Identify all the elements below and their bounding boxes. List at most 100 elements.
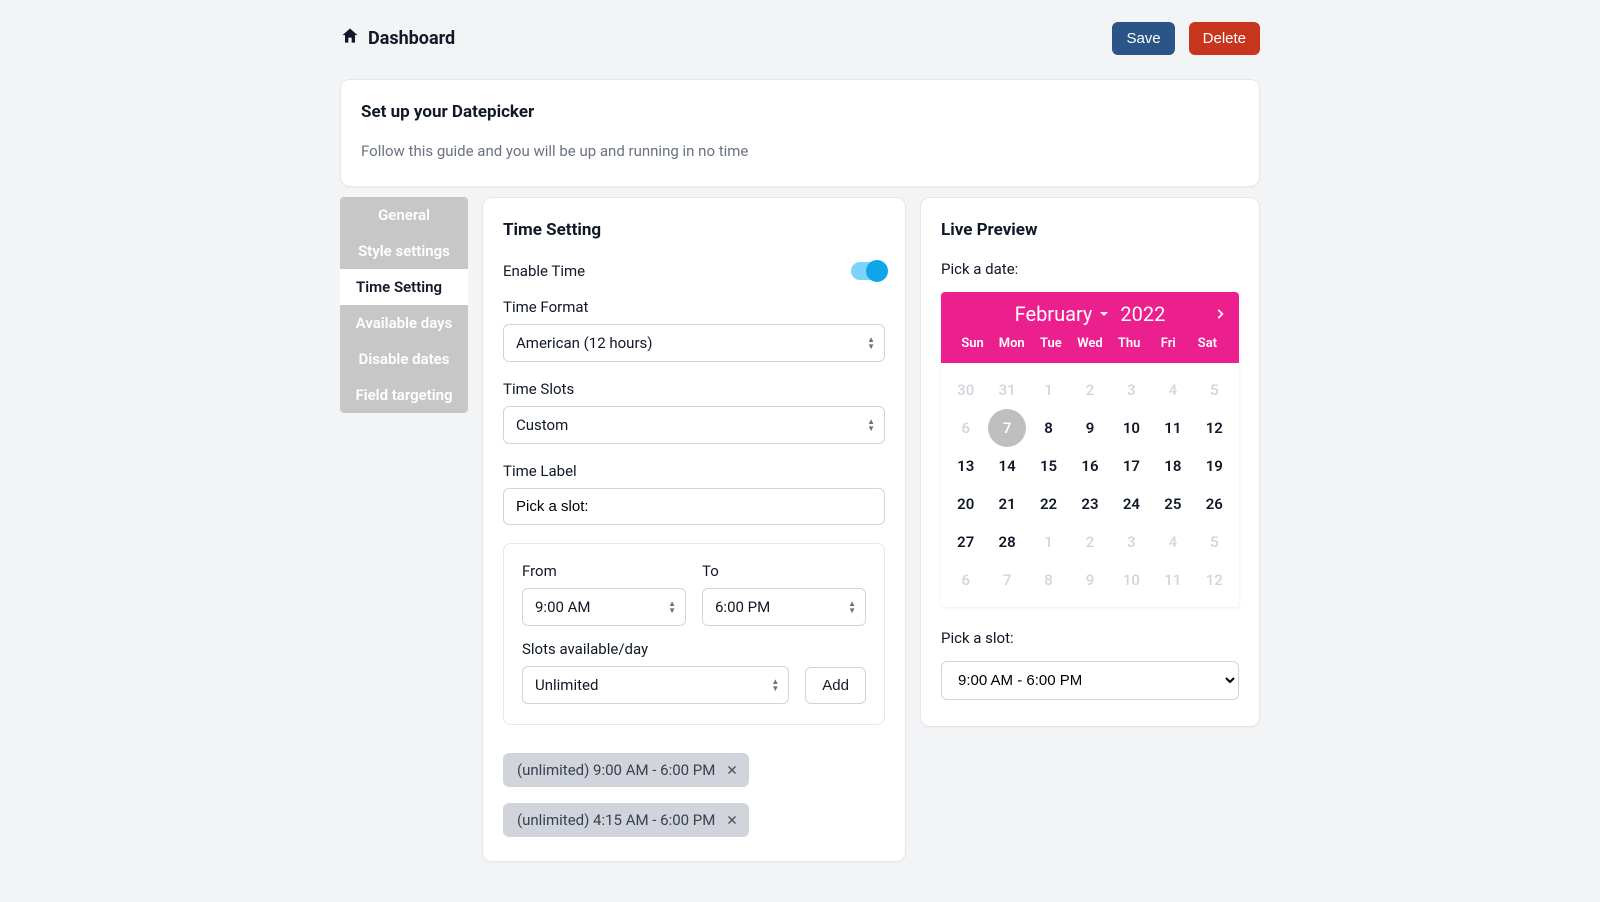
calendar-month-select[interactable]: February (1015, 302, 1111, 326)
slot-chip-label: (unlimited) 9:00 AM - 6:00 PM (517, 761, 715, 779)
intro-subtitle: Follow this guide and you will be up and… (361, 142, 1239, 160)
time-slots-select[interactable]: Custom (503, 406, 885, 444)
pick-slot-label: Pick a slot: (941, 629, 1239, 647)
calendar-dow: Sun (953, 332, 992, 355)
calendar-next-button[interactable] (1213, 307, 1227, 321)
side-nav: GeneralStyle settingsTime SettingAvailab… (340, 197, 468, 413)
calendar-day[interactable]: 11 (1154, 409, 1192, 447)
time-setting-panel: Time Setting Enable Time Time Format Ame… (482, 197, 906, 862)
calendar-day[interactable]: 15 (1030, 447, 1068, 485)
from-select[interactable]: 9:00 AM (522, 588, 686, 626)
calendar-dow: Wed (1070, 332, 1109, 355)
slots-per-day-label: Slots available/day (522, 640, 789, 658)
calendar-day[interactable]: 22 (1030, 485, 1068, 523)
calendar-day[interactable]: 26 (1195, 485, 1233, 523)
calendar-dow: Mon (992, 332, 1031, 355)
calendar-day[interactable]: 24 (1112, 485, 1150, 523)
sidebar-item[interactable]: Field targeting (340, 377, 468, 413)
remove-chip-button[interactable] (725, 763, 739, 777)
calendar-day: 31 (988, 371, 1026, 409)
calendar-dow: Thu (1110, 332, 1149, 355)
calendar-day: 8 (1030, 561, 1068, 599)
select-chevron-icon: ▲▼ (867, 418, 875, 432)
calendar-day: 5 (1195, 523, 1233, 561)
calendar-day[interactable]: 14 (988, 447, 1026, 485)
calendar-day[interactable]: 13 (947, 447, 985, 485)
time-slots-label: Time Slots (503, 380, 885, 398)
enable-time-toggle[interactable] (851, 262, 885, 280)
sidebar-item[interactable]: Time Setting (340, 269, 468, 305)
to-select[interactable]: 6:00 PM (702, 588, 866, 626)
calendar-day[interactable]: 21 (988, 485, 1026, 523)
calendar-day: 6 (947, 561, 985, 599)
select-chevron-icon: ▲▼ (668, 600, 676, 614)
calendar-day: 1 (1030, 371, 1068, 409)
close-icon (725, 813, 739, 827)
pick-date-label: Pick a date: (941, 260, 1239, 278)
select-chevron-icon: ▲▼ (771, 678, 779, 692)
slot-select[interactable]: 9:00 AM - 6:00 PM (941, 661, 1239, 700)
calendar-day: 5 (1195, 371, 1233, 409)
slots-per-day-select[interactable]: Unlimited (522, 666, 789, 704)
calendar-day[interactable]: 7 (988, 409, 1026, 447)
preview-title: Live Preview (941, 220, 1239, 240)
sidebar-item[interactable]: Available days (340, 305, 468, 341)
calendar-day: 10 (1112, 561, 1150, 599)
calendar-day[interactable]: 27 (947, 523, 985, 561)
save-button[interactable]: Save (1112, 22, 1174, 55)
slot-chip: (unlimited) 4:15 AM - 6:00 PM (503, 803, 749, 837)
slot-chip: (unlimited) 9:00 AM - 6:00 PM (503, 753, 749, 787)
panel-title: Time Setting (503, 220, 885, 240)
calendar-day[interactable]: 28 (988, 523, 1026, 561)
calendar-dow: Fri (1149, 332, 1188, 355)
enable-time-label: Enable Time (503, 262, 585, 280)
calendar-day[interactable]: 19 (1195, 447, 1233, 485)
live-preview-panel: Live Preview Pick a date: February 2022 (920, 197, 1260, 727)
intro-title: Set up your Datepicker (361, 102, 1239, 122)
calendar-day[interactable]: 9 (1071, 409, 1109, 447)
time-label-label: Time Label (503, 462, 885, 480)
calendar-dow: Sat (1188, 332, 1227, 355)
calendar-day[interactable]: 10 (1112, 409, 1150, 447)
calendar-day[interactable]: 25 (1154, 485, 1192, 523)
calendar-day: 30 (947, 371, 985, 409)
calendar-day: 4 (1154, 523, 1192, 561)
calendar-day[interactable]: 20 (947, 485, 985, 523)
remove-chip-button[interactable] (725, 813, 739, 827)
slot-chip-label: (unlimited) 4:15 AM - 6:00 PM (517, 811, 715, 829)
calendar-day: 3 (1112, 523, 1150, 561)
add-slot-button[interactable]: Add (805, 667, 866, 704)
select-chevron-icon: ▲▼ (848, 600, 856, 614)
delete-button[interactable]: Delete (1189, 22, 1260, 55)
calendar-day: 12 (1195, 561, 1233, 599)
calendar-day[interactable]: 16 (1071, 447, 1109, 485)
select-chevron-icon: ▲▼ (867, 336, 875, 350)
sidebar-item[interactable]: General (340, 197, 468, 233)
time-label-input[interactable] (503, 488, 885, 525)
chevron-right-icon (1213, 307, 1227, 321)
intro-card: Set up your Datepicker Follow this guide… (340, 79, 1260, 187)
calendar-day[interactable]: 17 (1112, 447, 1150, 485)
calendar-day[interactable]: 8 (1030, 409, 1068, 447)
calendar-day: 7 (988, 561, 1026, 599)
calendar-day[interactable]: 23 (1071, 485, 1109, 523)
calendar-year[interactable]: 2022 (1120, 302, 1165, 326)
home-icon (340, 26, 360, 51)
calendar-day[interactable]: 18 (1154, 447, 1192, 485)
slot-builder: From 9:00 AM ▲▼ To 6:00 PM ▲▼ (503, 543, 885, 725)
sidebar-item[interactable]: Style settings (340, 233, 468, 269)
calendar-day: 9 (1071, 561, 1109, 599)
sidebar-item[interactable]: Disable dates (340, 341, 468, 377)
calendar-day[interactable]: 12 (1195, 409, 1233, 447)
calendar-month: February (1015, 302, 1093, 326)
calendar-day: 1 (1030, 523, 1068, 561)
brand-label: Dashboard (368, 28, 455, 49)
from-label: From (522, 562, 686, 580)
close-icon (725, 763, 739, 777)
brand: Dashboard (340, 26, 455, 51)
chevron-down-icon (1098, 308, 1110, 320)
calendar-day: 6 (947, 409, 985, 447)
time-format-select[interactable]: American (12 hours) (503, 324, 885, 362)
calendar-day: 2 (1071, 523, 1109, 561)
calendar: February 2022 SunMonTueWedThuFriSat 3031… (941, 292, 1239, 607)
